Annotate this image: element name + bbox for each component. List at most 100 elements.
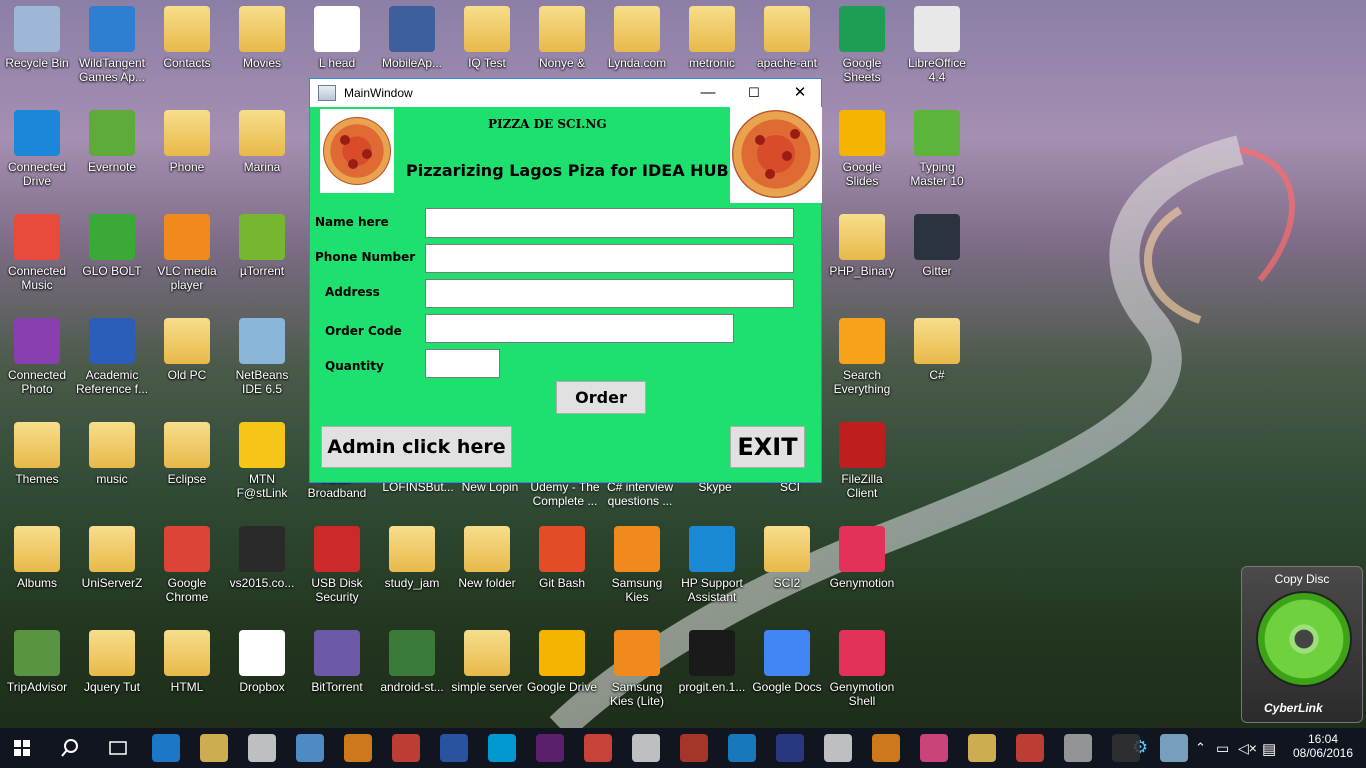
volume-icon[interactable]: ◁× — [1238, 740, 1257, 757]
desktop-icon[interactable]: Typing Master 10 — [900, 104, 974, 204]
desktop-icon[interactable]: Albums — [0, 520, 74, 620]
app-icon[interactable] — [584, 734, 612, 762]
desktop-icon[interactable]: Google Drive — [525, 624, 599, 724]
desktop-icon[interactable]: Google Chrome — [150, 520, 224, 620]
desktop-icon[interactable]: vs2015.co... — [225, 520, 299, 620]
desktop-icon[interactable]: MTN F@stLink — [225, 416, 299, 516]
desktop-icon[interactable]: Google Docs — [750, 624, 824, 724]
desktop-icon[interactable]: New folder — [450, 520, 524, 620]
app-icon[interactable] — [1064, 734, 1092, 762]
desktop-icon[interactable]: GLO BOLT — [75, 208, 149, 308]
desktop-icon[interactable]: Contacts — [150, 0, 224, 100]
store-icon[interactable] — [248, 734, 276, 762]
desktop-icon[interactable]: LibreOffice 4.4 — [900, 0, 974, 100]
desktop-icon[interactable]: HP Support Assistant — [675, 520, 749, 620]
desktop-icon[interactable]: Jquery Tut — [75, 624, 149, 724]
window-icon[interactable] — [1160, 734, 1188, 762]
app-icon[interactable] — [824, 734, 852, 762]
desktop-icon[interactable]: NetBeans IDE 6.5 — [225, 312, 299, 412]
desktop-icon[interactable]: TripAdvisor — [0, 624, 74, 724]
desktop-icon[interactable]: Recycle Bin — [0, 0, 74, 100]
desktop-icon[interactable]: Evernote — [75, 104, 149, 204]
desktop-icon[interactable]: Google Slides — [825, 104, 899, 204]
desktop-icon[interactable]: Movies — [225, 0, 299, 100]
desktop-icon[interactable]: Academic Reference f... — [75, 312, 149, 412]
file-explorer-icon[interactable] — [200, 734, 228, 762]
desktop-icon[interactable]: µTorrent — [225, 208, 299, 308]
desktop-icon[interactable]: android-st... — [375, 624, 449, 724]
desktop-icon[interactable]: Genymotion Shell — [825, 624, 899, 724]
quantity-input[interactable] — [425, 349, 500, 378]
desktop-icon[interactable]: Themes — [0, 416, 74, 516]
app-icon[interactable] — [632, 734, 660, 762]
desktop-icon[interactable]: Search Everything — [825, 312, 899, 412]
copy-disc-widget[interactable]: Copy Disc CyberLink — [1241, 566, 1363, 723]
app-icon[interactable] — [296, 734, 324, 762]
desktop-icon[interactable]: simple server — [450, 624, 524, 724]
desktop-icon[interactable]: Genymotion — [825, 520, 899, 620]
task-view-icon[interactable] — [104, 734, 132, 762]
admin-button[interactable]: Admin click here — [321, 426, 512, 468]
desktop-icon[interactable]: Google Sheets — [825, 0, 899, 100]
vlc-icon[interactable] — [344, 734, 372, 762]
itunes-icon[interactable] — [920, 734, 948, 762]
start-icon[interactable] — [8, 734, 36, 762]
desktop-icon[interactable]: Connected Photo — [0, 312, 74, 412]
desktop-icon[interactable]: USB Disk Security — [300, 520, 374, 620]
desktop-icon[interactable]: BitTorrent — [300, 624, 374, 724]
desktop-icon[interactable]: Samsung Kies — [600, 520, 674, 620]
desktop-icon-label: Themes — [15, 472, 59, 486]
notification-icon[interactable]: ▤ — [1262, 740, 1276, 758]
desktop-icon[interactable]: Dropbox — [225, 624, 299, 724]
chrome-icon[interactable] — [392, 734, 420, 762]
maximize-button[interactable]: ☐ — [731, 79, 777, 107]
edge-icon[interactable] — [152, 734, 180, 762]
desktop-icon[interactable]: Phone — [150, 104, 224, 204]
chrome-icon[interactable] — [1016, 734, 1044, 762]
desktop-icon[interactable]: progit.en.1... — [675, 624, 749, 724]
desktop-icon[interactable]: Samsung Kies (Lite) — [600, 624, 674, 724]
desktop-icon[interactable]: VLC media player — [150, 208, 224, 308]
order-code-input[interactable] — [425, 314, 734, 343]
desktop-icon[interactable]: Eclipse — [150, 416, 224, 516]
name-input[interactable] — [425, 208, 794, 238]
desktop-icon[interactable]: Gitter — [900, 208, 974, 308]
folder-icon[interactable] — [968, 734, 996, 762]
desktop-icon[interactable]: C# — [900, 312, 974, 412]
desktop-icon[interactable]: Connected Music — [0, 208, 74, 308]
desktop-icon[interactable]: Marina — [225, 104, 299, 204]
sublime-icon[interactable] — [872, 734, 900, 762]
app-icon[interactable] — [680, 734, 708, 762]
skype-icon[interactable] — [488, 734, 516, 762]
exit-button[interactable]: EXIT — [730, 426, 805, 468]
desktop-icon[interactable]: study_jam — [375, 520, 449, 620]
desktop-icon[interactable]: music — [75, 416, 149, 516]
desktop-icon[interactable]: Connected Drive — [0, 104, 74, 204]
order-button[interactable]: Order — [556, 381, 646, 414]
desktop-icon[interactable]: HTML — [150, 624, 224, 724]
desktop-icon[interactable]: SCI2 — [750, 520, 824, 620]
word-icon[interactable] — [440, 734, 468, 762]
title-bar[interactable]: MainWindow — ☐ ✕ — [310, 79, 821, 107]
phone-input[interactable] — [425, 244, 794, 273]
visual-studio-icon[interactable] — [536, 734, 564, 762]
close-button[interactable]: ✕ — [777, 79, 823, 107]
minimize-button[interactable]: — — [685, 79, 731, 107]
desktop-icon[interactable]: PHP_Binary — [825, 208, 899, 308]
app-icon[interactable] — [728, 734, 756, 762]
desktop-icon-label: music — [96, 472, 128, 486]
folder-icon — [764, 6, 810, 52]
address-input[interactable] — [425, 279, 794, 308]
clock[interactable]: 16:04 08/06/2016 — [1288, 732, 1358, 760]
show-hidden-icons[interactable]: ⌃ — [1195, 740, 1206, 756]
kies-icon — [614, 630, 660, 676]
desktop-icon[interactable]: UniServerZ — [75, 520, 149, 620]
desktop-icon[interactable]: WildTangent Games Ap... — [75, 0, 149, 100]
cmd-icon[interactable] — [1112, 734, 1140, 762]
battery-icon[interactable]: ▭ — [1216, 740, 1229, 757]
desktop-icon[interactable]: Old PC — [150, 312, 224, 412]
desktop-icon[interactable]: FileZilla Client — [825, 416, 899, 516]
desktop-icon[interactable]: Git Bash — [525, 520, 599, 620]
search-icon[interactable] — [56, 734, 84, 762]
eclipse-icon[interactable] — [776, 734, 804, 762]
